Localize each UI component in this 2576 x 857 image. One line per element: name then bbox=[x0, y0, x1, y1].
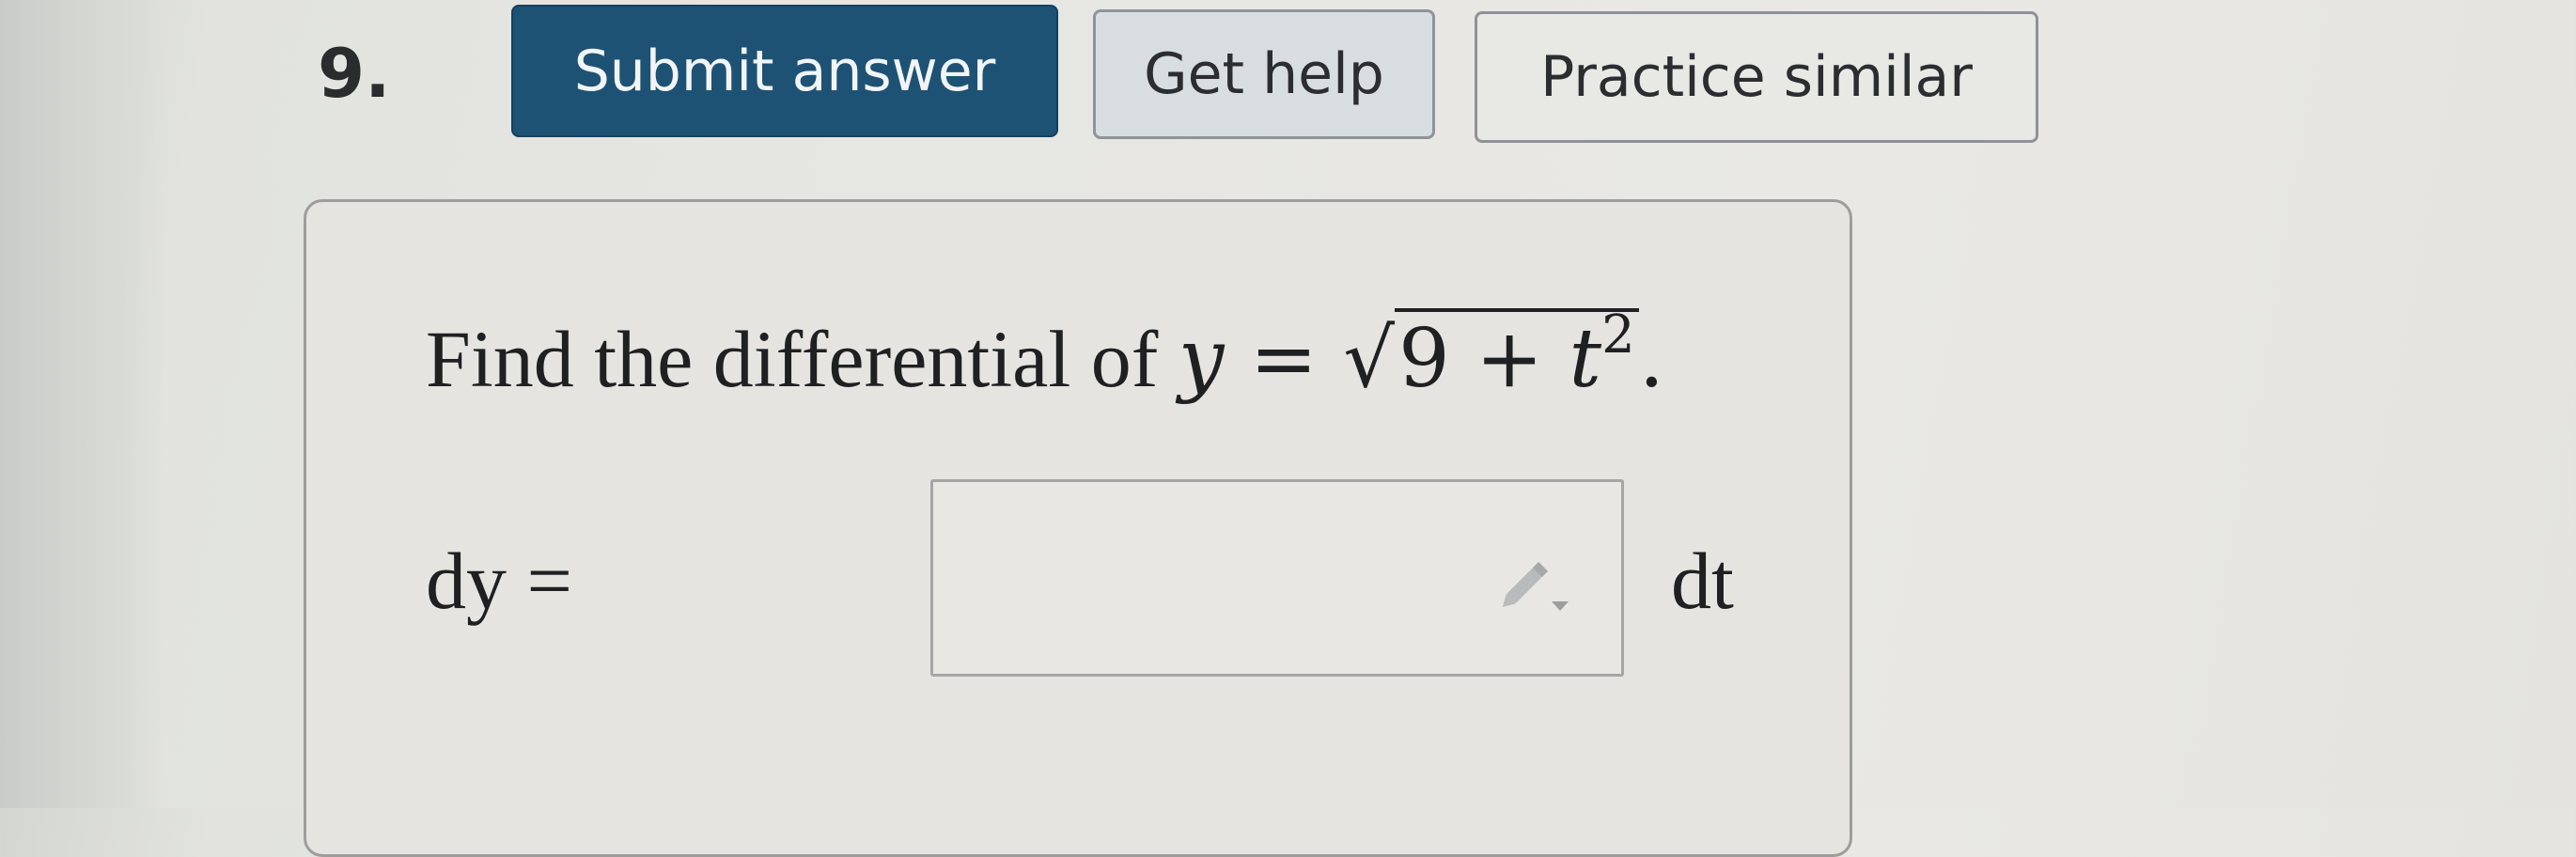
question-prompt: Find the differential of y = √9 + t2. bbox=[426, 303, 1664, 415]
practice-similar-button[interactable]: Practice similar bbox=[1475, 11, 2038, 143]
dt-label: dt bbox=[1671, 536, 1734, 626]
radicand-exponent: 2 bbox=[1601, 304, 1635, 366]
equation-period: . bbox=[1638, 312, 1665, 406]
sqrt-radicand: 9 + t2 bbox=[1395, 308, 1639, 406]
radicand-variable-t: t bbox=[1569, 312, 1602, 406]
radicand-constant: 9 bbox=[1398, 312, 1450, 406]
equation-variable-y: y bbox=[1178, 312, 1225, 406]
answer-input[interactable] bbox=[930, 479, 1624, 677]
submit-answer-button[interactable]: Submit answer bbox=[511, 5, 1058, 137]
prompt-text: Find the differential of bbox=[426, 314, 1159, 404]
dy-label: dy = bbox=[426, 536, 573, 626]
background-shadow bbox=[0, 0, 164, 808]
equation-equals: = bbox=[1249, 312, 1318, 406]
sqrt-symbol: √ bbox=[1343, 312, 1396, 406]
get-help-button[interactable]: Get help bbox=[1093, 9, 1435, 139]
question-number: 9. bbox=[318, 34, 391, 113]
prompt-equation: y = √9 + t2. bbox=[1178, 308, 1665, 406]
pencil-dropdown-icon[interactable] bbox=[1493, 553, 1578, 618]
radicand-plus: + bbox=[1475, 312, 1544, 406]
question-panel: Find the differential of y = √9 + t2. dy… bbox=[304, 199, 1852, 857]
